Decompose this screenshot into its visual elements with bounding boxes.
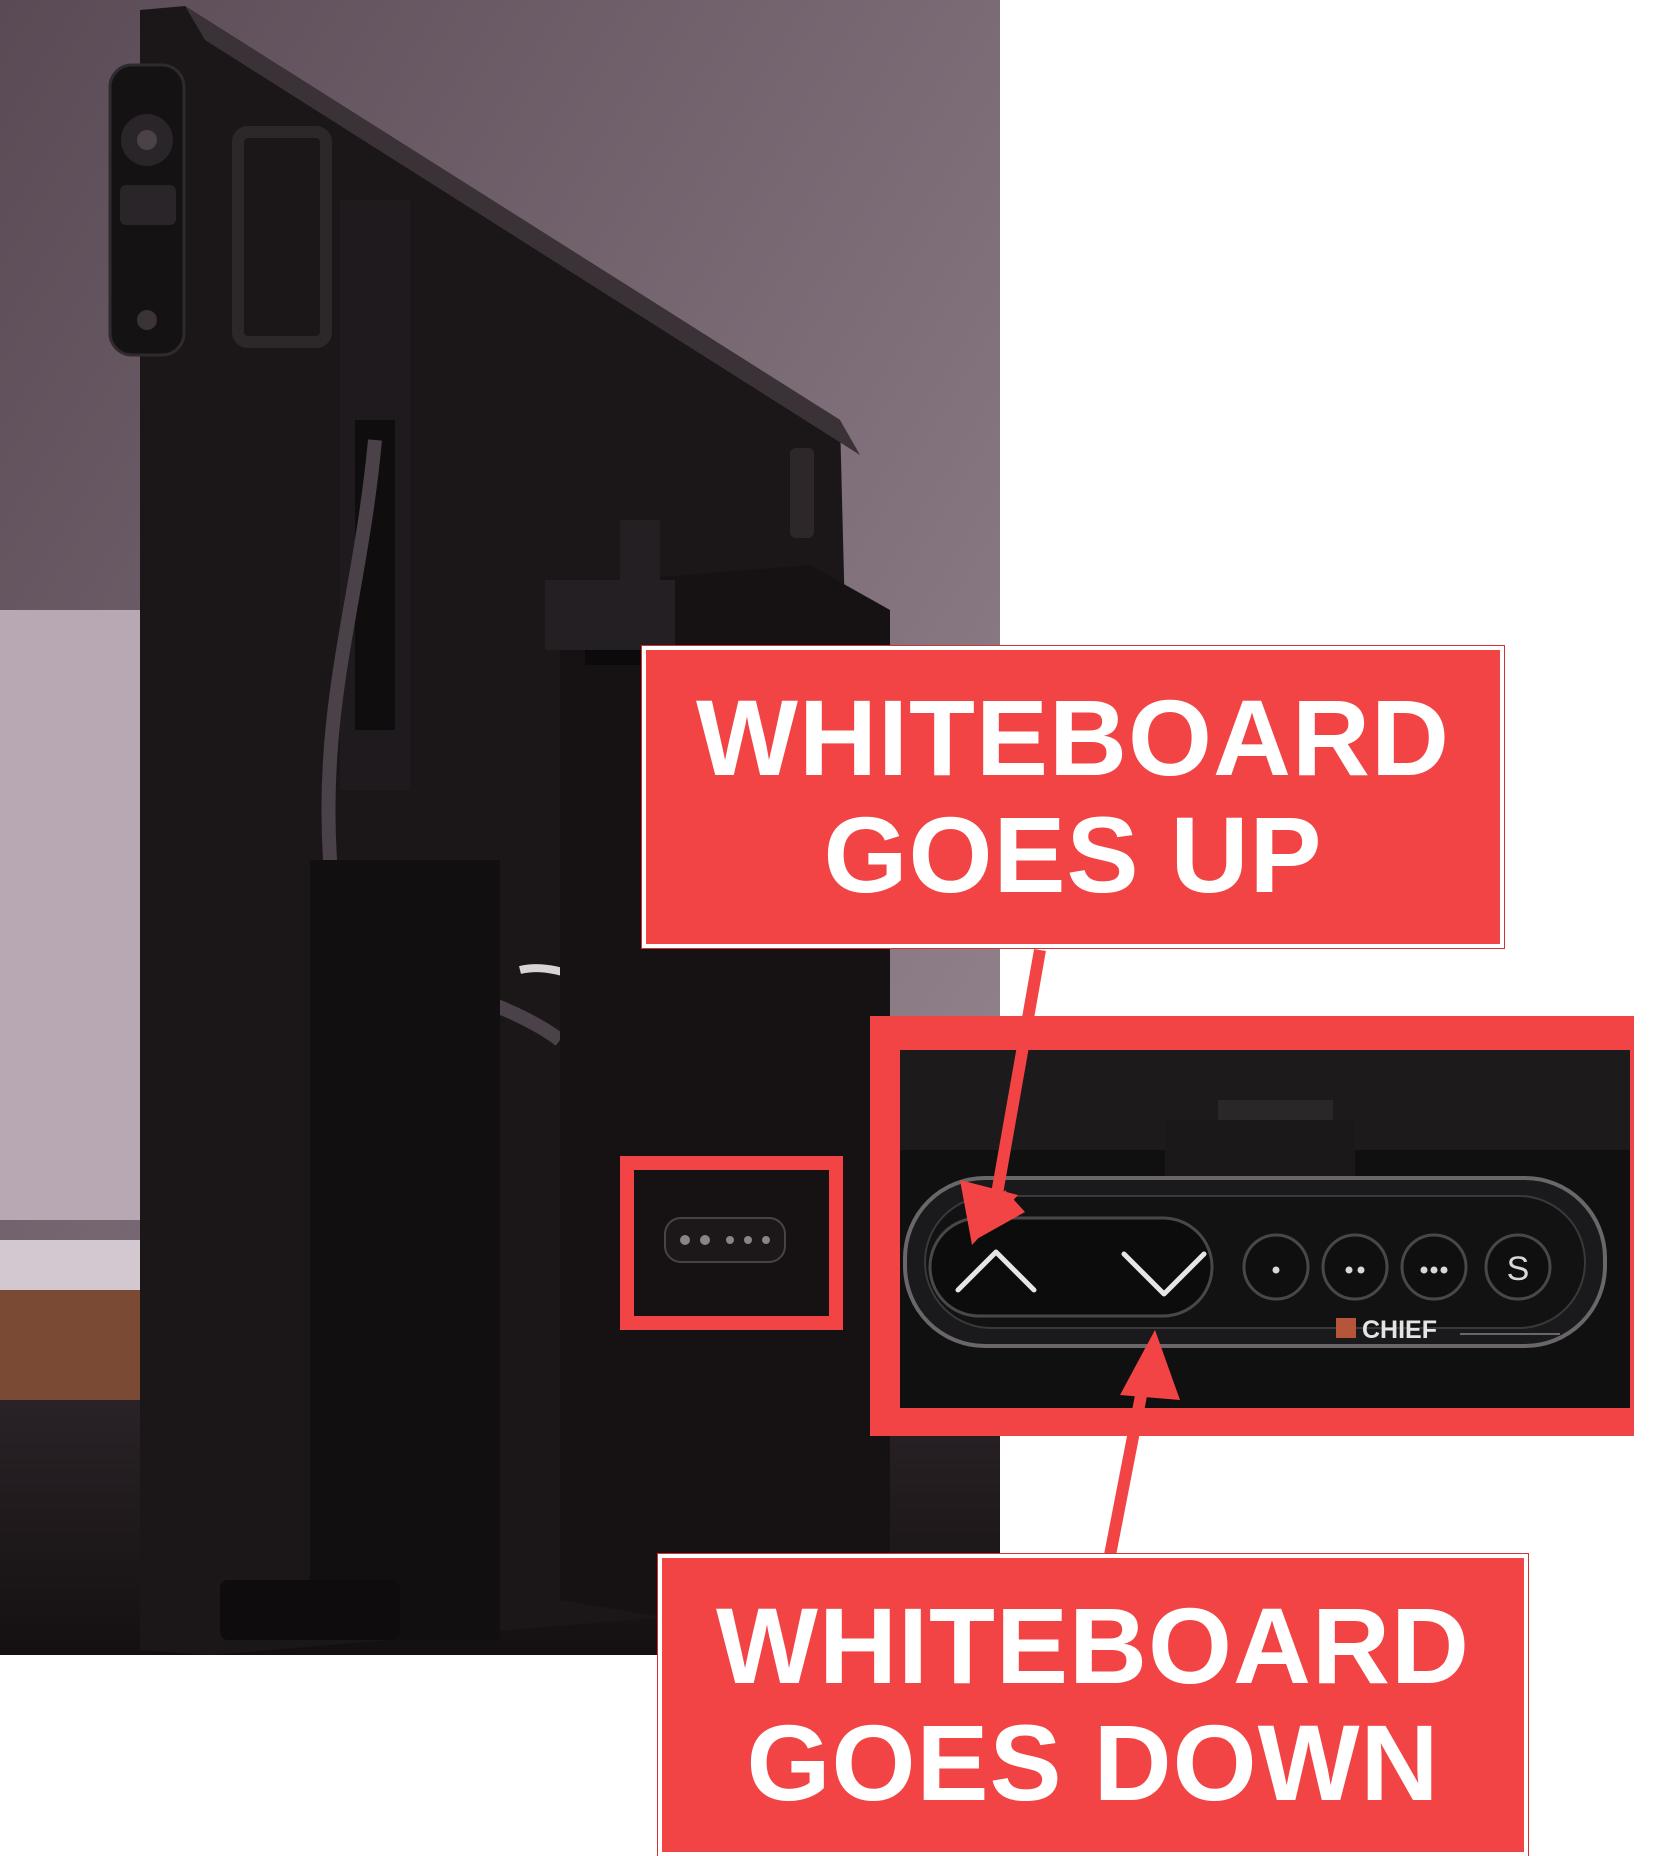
mount-bracket (545, 580, 675, 650)
keypad-brand: CHIEF (1362, 1316, 1437, 1344)
callout-down-line2: GOES DOWN (746, 1702, 1440, 1823)
callout-up-line2: GOES UP (823, 794, 1323, 915)
preset-s-button[interactable]: S (1484, 1233, 1552, 1301)
preset-3-button[interactable] (1400, 1233, 1468, 1301)
preset-2-button[interactable] (1321, 1233, 1389, 1301)
two-dots-icon (1345, 1266, 1353, 1274)
preset-1-button[interactable] (1242, 1233, 1310, 1301)
callout-up-line1: WHITEBOARD (696, 677, 1450, 799)
chief-logo-icon (1336, 1318, 1356, 1338)
callout-down-line1: WHITEBOARD (716, 1585, 1470, 1707)
cable-cover (310, 860, 500, 1640)
one-dot-icon (1272, 1266, 1280, 1274)
cart-base (220, 1580, 400, 1640)
display-handle-side (790, 448, 814, 538)
callout-goes-down: WHITEBOARD GOES DOWN (658, 1554, 1528, 1856)
preset-s-label: S (1507, 1250, 1530, 1288)
three-dots-icon (1420, 1266, 1428, 1274)
callout-goes-up: WHITEBOARD GOES UP (642, 646, 1504, 948)
